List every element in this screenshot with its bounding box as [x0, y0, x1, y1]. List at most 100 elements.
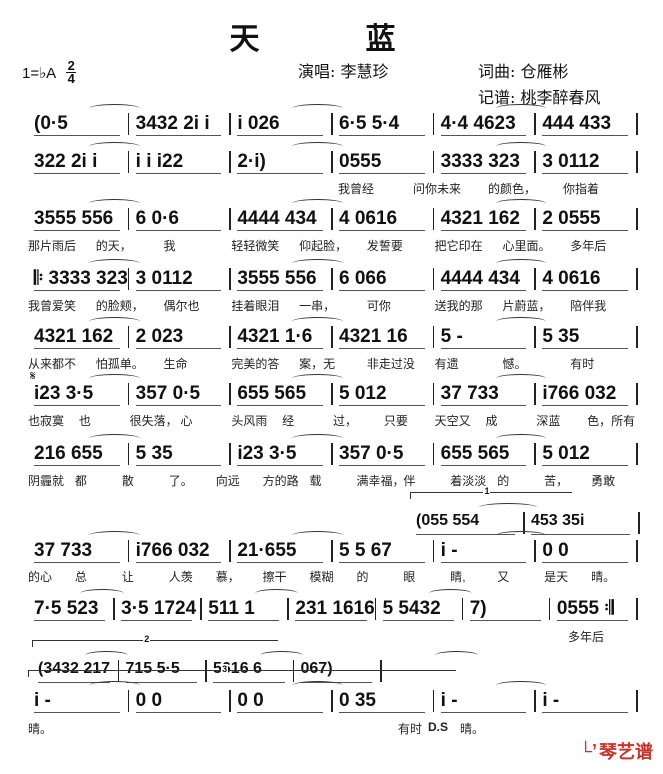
- measure: (0·5: [34, 113, 68, 134]
- measure: 0555 𝄇: [556, 598, 614, 619]
- measure: i766 032: [135, 540, 210, 561]
- measure: i -: [440, 690, 458, 711]
- score-row: 37 733 i766 032 21·655 5 5 67 i - 0 0: [28, 531, 638, 563]
- slur: [80, 589, 124, 598]
- song-title: 天 蓝: [229, 22, 434, 57]
- barline: [636, 326, 638, 348]
- lyric: 睛,: [450, 570, 466, 584]
- measure: 7·5 523: [34, 598, 99, 619]
- lyric: 过，: [333, 414, 358, 428]
- lyric: 一串，: [299, 299, 336, 313]
- slur: [495, 434, 547, 443]
- measure: 357 0·5: [339, 443, 404, 464]
- beam-line: [339, 230, 425, 231]
- lyric: 满幸福，: [356, 474, 405, 488]
- score-row: i23 3·5 357 0·5 655 565 5 012 37 733 i766 032: [28, 374, 638, 406]
- lyric: 天空又: [434, 414, 471, 428]
- beam-line: [135, 348, 222, 349]
- slur: [89, 434, 140, 443]
- barline: [229, 383, 231, 405]
- singer-credit: 演唱: 李慧珍: [298, 62, 389, 81]
- barline: [534, 443, 536, 465]
- measure: 3 0112: [542, 151, 600, 172]
- score-row: 3555 556 6 0·6 4444 434 4 0616 4321 162 2 055…: [28, 199, 638, 231]
- barline: [374, 598, 377, 620]
- beam-line: [339, 348, 425, 349]
- barline: [534, 540, 536, 562]
- watermark-logo: └’ 琴艺谱: [579, 738, 653, 764]
- measure: 2·i): [237, 151, 266, 172]
- lyric: 是天: [544, 570, 569, 584]
- beam-line: [237, 465, 323, 466]
- volta-number: 3: [221, 664, 229, 674]
- lyric: 生命: [163, 357, 188, 371]
- score-row: (0·5 3432 2i i i 026 6·5 5·4 4·4 4623 444 433: [28, 104, 638, 136]
- measure: 37 733: [440, 383, 499, 404]
- measure: 0 0: [135, 690, 163, 711]
- lyric: 偶尔也: [163, 299, 200, 313]
- barline: [331, 208, 333, 230]
- slur: [495, 199, 547, 208]
- lyric: 多年后: [570, 239, 607, 253]
- beam-line: [135, 135, 222, 136]
- slur: [292, 434, 344, 443]
- beam-line: [135, 173, 222, 174]
- barline: [331, 113, 333, 135]
- lyric: 也寂寞: [28, 414, 65, 428]
- measure: 3 0112: [135, 268, 193, 289]
- beam-line: [440, 465, 527, 466]
- slur: [292, 317, 344, 326]
- lyric: 方的路: [262, 474, 299, 488]
- beam-line: [542, 562, 628, 563]
- measure: 3·5 1724: [121, 598, 197, 619]
- measure: 0 0: [237, 690, 264, 711]
- barline: [127, 690, 130, 712]
- lyric: 我曾经: [338, 182, 375, 196]
- slur: [495, 681, 547, 690]
- barline: [432, 208, 435, 230]
- beam-line: [440, 405, 527, 406]
- beam-line: [34, 230, 120, 231]
- barline: [432, 383, 435, 405]
- barline: [636, 598, 638, 620]
- lyric: 把它印在: [434, 239, 483, 253]
- measure: 0 35: [339, 690, 376, 711]
- beam-line: [469, 620, 541, 621]
- lyric: 的脸颊，: [95, 299, 144, 313]
- beam-line: [339, 465, 425, 466]
- barline: [127, 443, 130, 465]
- barline: [229, 151, 231, 173]
- measure: 511 1: [208, 598, 255, 619]
- lyric: 着淡淡: [450, 474, 487, 488]
- barline: [534, 268, 536, 290]
- slur: [292, 259, 344, 268]
- slur: [434, 651, 479, 660]
- lyric: 载: [309, 474, 322, 488]
- lyric: 憾。: [502, 357, 527, 371]
- lyric: 伴: [403, 474, 416, 488]
- measure: 3555 556: [237, 268, 317, 289]
- slur: [292, 104, 344, 113]
- beam-line: [440, 173, 527, 174]
- beam-line: [295, 620, 367, 621]
- lyric: 问你未来: [413, 182, 462, 196]
- lyric: 可你: [366, 299, 391, 313]
- beam-line: [440, 290, 527, 291]
- lyric: 模糊: [309, 570, 334, 584]
- lyric: 也: [78, 414, 91, 428]
- beam-line: [440, 712, 527, 713]
- measure: 5 012: [542, 443, 590, 464]
- beam-line: [542, 712, 628, 713]
- measure: 655 565: [440, 443, 510, 464]
- barline: [638, 512, 640, 534]
- slur: [89, 104, 140, 113]
- beam-line: [34, 290, 120, 291]
- beam-line: [440, 348, 527, 349]
- barline: [636, 383, 638, 405]
- barline: [636, 208, 638, 230]
- barline: [229, 113, 231, 135]
- lyric: 经: [282, 414, 295, 428]
- measure: 7): [469, 598, 487, 619]
- lyric: 散: [121, 474, 134, 488]
- lyric: 成: [485, 414, 498, 428]
